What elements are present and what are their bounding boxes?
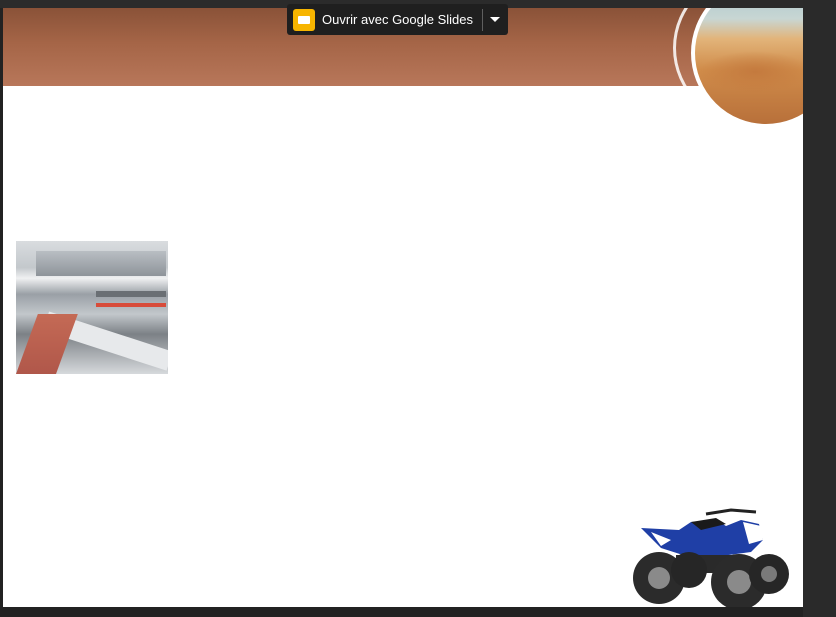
kitchen-shelf <box>96 291 166 297</box>
atv-image <box>633 508 789 607</box>
kitchen-hood <box>36 251 166 276</box>
google-slides-icon[interactable] <box>293 8 315 31</box>
slide-canvas <box>3 8 803 607</box>
caret-down-icon <box>490 17 501 22</box>
kitchen-floor <box>16 314 78 374</box>
open-with-google-slides-button[interactable]: Ouvrir avec Google Slides <box>322 12 473 27</box>
kitchen-shelf-accent <box>96 303 166 307</box>
viewer-right-margin <box>803 0 836 617</box>
kitchen-image <box>16 241 168 374</box>
open-with-dropdown-button[interactable] <box>483 4 507 35</box>
open-with-toolbar: Ouvrir avec Google Slides <box>287 4 508 35</box>
